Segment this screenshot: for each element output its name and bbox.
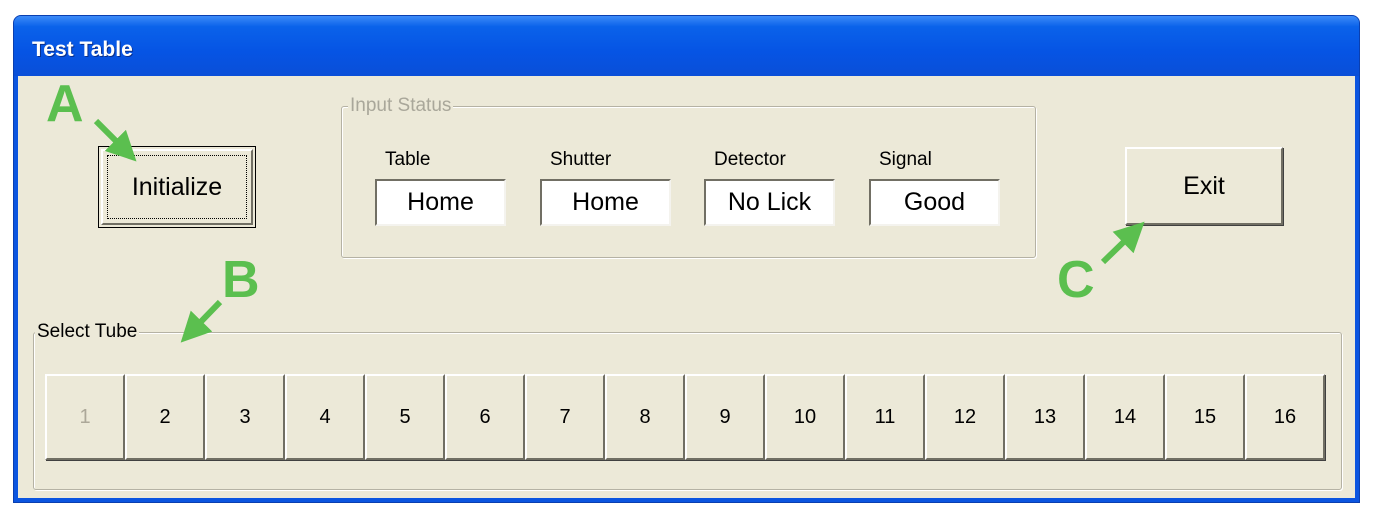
- tube-button-label: 7: [559, 405, 571, 428]
- title-bar[interactable]: Test Table: [14, 16, 1359, 76]
- tube-button-7[interactable]: 7: [525, 374, 605, 460]
- table-status-label: Table: [385, 149, 431, 170]
- tube-button-label: 5: [399, 405, 411, 428]
- tube-button-8[interactable]: 8: [605, 374, 685, 460]
- tube-button-label: 16: [1273, 405, 1297, 428]
- tube-button-label: 9: [719, 405, 731, 428]
- annotation-a: A: [46, 75, 84, 133]
- detector-status-label: Detector: [714, 149, 786, 170]
- tube-button-14[interactable]: 14: [1085, 374, 1165, 460]
- tube-button-4[interactable]: 4: [285, 374, 365, 460]
- tube-button-6[interactable]: 6: [445, 374, 525, 460]
- client-area: Initialize Input Status Table Home Shutt…: [18, 76, 1355, 498]
- tube-button-label: 1: [79, 405, 91, 428]
- tube-button-label: 10: [793, 405, 817, 428]
- tube-button-15[interactable]: 15: [1165, 374, 1245, 460]
- tube-button-label: 13: [1033, 405, 1057, 428]
- window-title: Test Table: [32, 38, 133, 61]
- tube-button-10[interactable]: 10: [765, 374, 845, 460]
- exit-button-label: Exit: [1183, 171, 1225, 200]
- tube-button-label: 12: [953, 405, 977, 428]
- tube-button-3[interactable]: 3: [205, 374, 285, 460]
- tube-button-9[interactable]: 9: [685, 374, 765, 460]
- tube-button-label: 6: [479, 405, 491, 428]
- shutter-status-label: Shutter: [550, 149, 612, 170]
- tube-button-label: 3: [239, 405, 251, 428]
- tube-button-label: 14: [1113, 405, 1137, 428]
- tube-button-label: 11: [874, 405, 896, 428]
- tube-button-label: 15: [1193, 405, 1217, 428]
- tube-button-5[interactable]: 5: [365, 374, 445, 460]
- test-table-window: Test Table Initialize Input Status Table…: [14, 16, 1359, 502]
- detector-status-field: No Lick: [704, 179, 835, 226]
- annotation-c: C: [1057, 251, 1095, 309]
- signal-status-label: Signal: [879, 149, 932, 170]
- tube-button-12[interactable]: 12: [925, 374, 1005, 460]
- table-status-field: Home: [375, 179, 506, 226]
- shutter-status-field: Home: [540, 179, 671, 226]
- select-tube-legend: Select Tube: [35, 321, 140, 343]
- initialize-button[interactable]: Initialize: [98, 146, 256, 228]
- input-status-legend: Input Status: [348, 95, 454, 117]
- tube-button-label: 2: [159, 405, 171, 428]
- tube-button-16[interactable]: 16: [1245, 374, 1325, 460]
- tube-button-2[interactable]: 2: [125, 374, 205, 460]
- tube-button-13[interactable]: 13: [1005, 374, 1085, 460]
- tube-button-label: 4: [319, 405, 331, 428]
- tube-button-1[interactable]: 1: [45, 374, 125, 460]
- tube-button-11[interactable]: 11: [845, 374, 925, 460]
- signal-status-field: Good: [869, 179, 1000, 226]
- initialize-button-label: Initialize: [131, 172, 223, 201]
- tube-button-label: 8: [639, 405, 651, 428]
- input-status-group: Input Status Table Home Shutter Home Det…: [341, 95, 1036, 258]
- exit-button[interactable]: Exit: [1125, 147, 1283, 225]
- annotation-b: B: [222, 251, 260, 309]
